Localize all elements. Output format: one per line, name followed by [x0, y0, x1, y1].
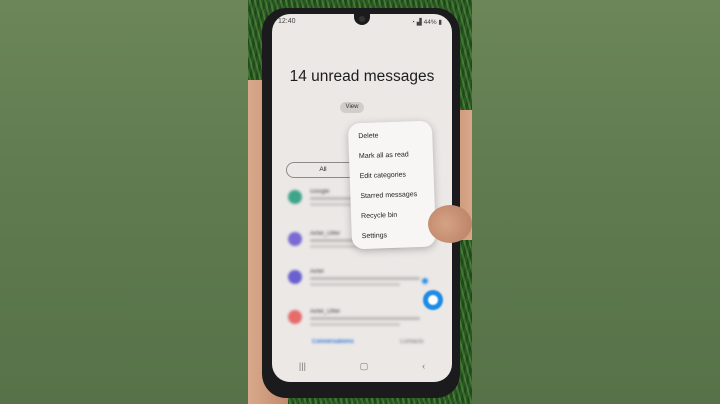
recent-apps-icon[interactable]: |||	[299, 361, 306, 371]
conversation-item[interactable]: Airtel_Offer	[282, 306, 448, 330]
battery-icon: ▮	[438, 19, 442, 26]
avatar	[288, 270, 302, 284]
tab-contacts[interactable]: Contacts	[400, 339, 424, 345]
avatar	[288, 232, 302, 246]
unread-count-headline: 14 unread messages	[289, 68, 435, 85]
message-preview-line	[310, 317, 420, 320]
conversation-item[interactable]: Airtel	[282, 266, 448, 290]
home-icon[interactable]: ▢	[360, 361, 369, 372]
overflow-menu: Delete Mark all as read Edit categories …	[347, 120, 437, 250]
avatar	[288, 310, 302, 324]
status-time: 12:40	[278, 18, 296, 25]
menu-item-edit-categories[interactable]: Edit categories	[360, 172, 407, 181]
blurred-background-left	[0, 0, 248, 404]
status-icons: ◔ ▟ 44% ▮	[411, 18, 442, 26]
blurred-background-right	[472, 0, 720, 404]
phone-screen: 12:40 ◔ ▟ 44% ▮ 14 unread messages View …	[272, 14, 452, 382]
sender-name: Google	[310, 189, 330, 195]
menu-item-settings[interactable]: Settings	[362, 232, 388, 240]
sender-name: Airtel	[310, 269, 324, 275]
unread-badge	[422, 278, 428, 284]
system-nav-bar: ||| ▢ ‹	[272, 356, 452, 376]
battery-level: 44%	[423, 19, 437, 26]
message-preview-line	[310, 283, 400, 286]
notch	[354, 14, 370, 25]
compose-message-button[interactable]	[423, 290, 443, 310]
view-button[interactable]: View	[340, 102, 364, 113]
message-preview-line	[310, 277, 420, 280]
menu-item-delete[interactable]: Delete	[358, 132, 378, 140]
tab-conversations[interactable]: Conversations	[312, 339, 354, 345]
menu-item-starred-messages[interactable]: Starred messages	[360, 191, 417, 200]
back-icon[interactable]: ‹	[422, 361, 425, 371]
wifi-icon: ◔	[411, 19, 415, 26]
menu-item-recycle-bin[interactable]: Recycle bin	[361, 212, 397, 220]
signal-icon: ▟	[416, 19, 422, 26]
message-preview-line	[310, 323, 400, 326]
pointing-finger	[428, 205, 472, 243]
avatar	[288, 190, 302, 204]
sender-name: Airtel_Offer	[310, 231, 341, 237]
sender-name: Airtel_Offer	[310, 309, 341, 315]
front-camera	[359, 16, 365, 22]
menu-item-mark-all-read[interactable]: Mark all as read	[359, 151, 409, 160]
